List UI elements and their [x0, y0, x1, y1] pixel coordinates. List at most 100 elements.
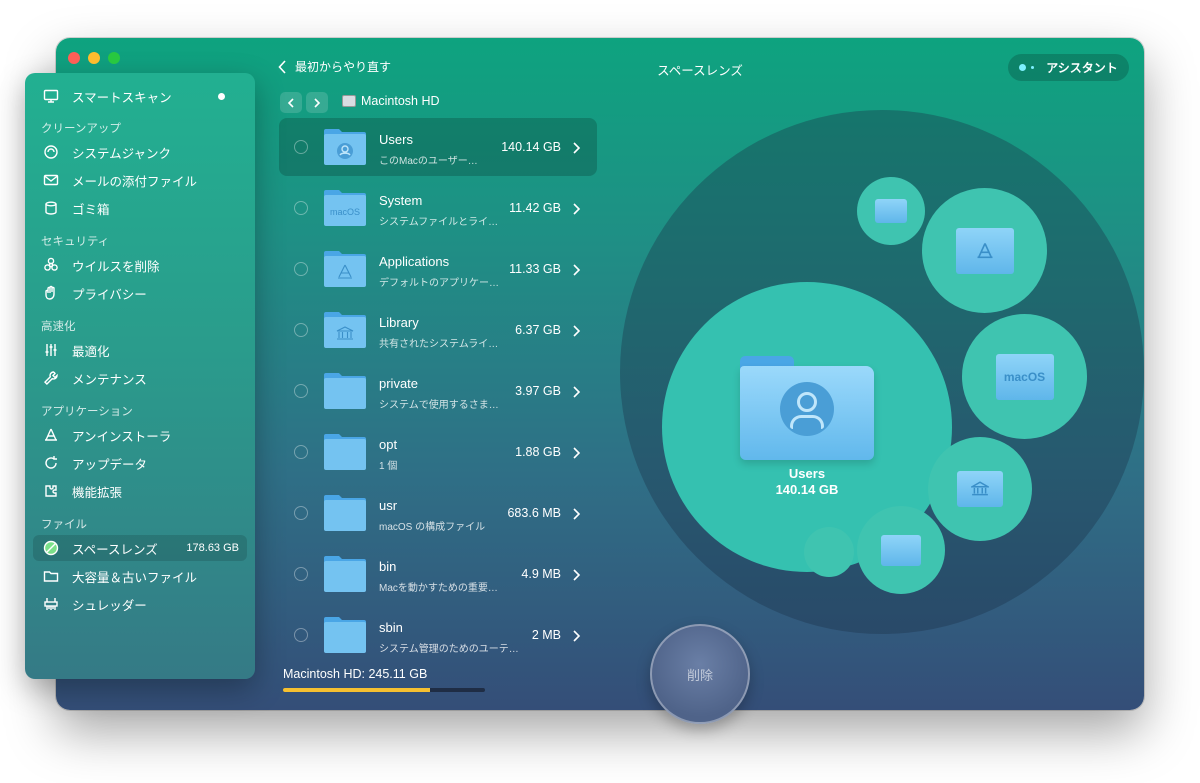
select-checkbox[interactable] — [294, 323, 308, 337]
mail-icon — [42, 171, 60, 189]
users-bubble-size: 140.14 GB — [775, 482, 839, 497]
users-bubble-name: Users — [788, 466, 826, 481]
folder-row-opt[interactable]: opt 1 個 1.88 GB — [279, 423, 597, 481]
chevron-left-icon — [287, 97, 294, 108]
nav-buttons — [280, 92, 328, 113]
junk-icon — [42, 143, 60, 161]
breadcrumb[interactable]: Macintosh HD — [342, 94, 440, 108]
sidebar-item-optimization[interactable]: 最適化 — [33, 337, 247, 363]
folder-icon — [324, 251, 366, 287]
folder-row-private[interactable]: private システムで使用するさま… 3.97 GB — [279, 362, 597, 420]
select-checkbox[interactable] — [294, 201, 308, 215]
folder-size: 140.14 GB — [501, 140, 561, 154]
folder-size: 11.42 GB — [509, 201, 561, 215]
minimize-window-button[interactable] — [88, 52, 100, 64]
folder-row-users[interactable]: Users このMacのユーザー… 140.14 GB — [279, 118, 597, 176]
library-bubble[interactable] — [928, 437, 1032, 541]
select-checkbox[interactable] — [294, 445, 308, 459]
chevron-right-icon[interactable] — [572, 568, 581, 581]
folder-icon — [881, 534, 921, 566]
folder-icon — [324, 556, 366, 592]
system-bubble[interactable]: macOS — [962, 314, 1087, 439]
section-security: セキュリティ — [41, 236, 110, 248]
sidebar-item-label: スペースレンズ — [72, 542, 158, 557]
chevron-right-icon[interactable] — [572, 385, 581, 398]
zoom-window-button[interactable] — [108, 52, 120, 64]
sidebar-item-large-old-files[interactable]: 大容量＆古いファイル — [33, 563, 247, 589]
folder-icon — [324, 617, 366, 653]
folder-row-system[interactable]: macOS System システムファイルとライ… 11.42 GB — [279, 179, 597, 237]
sidebar-item-label: ゴミ箱 — [72, 202, 110, 217]
sidebar-item-updater[interactable]: アップデータ — [33, 450, 247, 476]
sidebar-item-trash[interactable]: ゴミ箱 — [33, 195, 247, 221]
assistant-button[interactable]: アシスタント — [1008, 54, 1129, 81]
folder-name: Users — [379, 132, 413, 147]
folder-name: Applications — [379, 254, 450, 269]
applications-bubble[interactable] — [922, 188, 1047, 313]
forward-button[interactable] — [306, 92, 328, 113]
sidebar-item-label: ウイルスを削除 — [72, 259, 160, 274]
select-checkbox[interactable] — [294, 140, 308, 154]
chevron-right-icon[interactable] — [572, 507, 581, 520]
sidebar-item-maintenance[interactable]: メンテナンス — [33, 365, 247, 391]
close-window-button[interactable] — [68, 52, 80, 64]
sidebar-item-uninstaller[interactable]: アンインストーラ — [33, 422, 247, 448]
breadcrumb-disk-name: Macintosh HD — [361, 94, 440, 108]
sidebar-item-label: メールの添付ファイル — [72, 174, 198, 189]
folder-description: 共有されたシステムライ… — [379, 339, 499, 350]
sidebar-item-label: 大容量＆古いファイル — [72, 570, 198, 585]
sidebar-item-mail-attachments[interactable]: メールの添付ファイル — [33, 167, 247, 193]
puzzle-icon — [42, 482, 60, 500]
sidebar-item-smart-scan[interactable]: スマートスキャン — [33, 83, 247, 109]
update-icon — [42, 454, 60, 472]
disk-usage-bar — [283, 688, 485, 692]
folder-icon — [324, 129, 366, 165]
folder-icon — [324, 312, 366, 348]
sidebar-item-shredder[interactable]: シュレッダー — [33, 591, 247, 617]
sidebar-item-label: 最適化 — [72, 344, 110, 359]
delete-button[interactable]: 削除 — [650, 624, 750, 724]
select-checkbox[interactable] — [294, 384, 308, 398]
chevron-right-icon[interactable] — [572, 141, 581, 154]
folder-icon: macOS — [324, 190, 366, 226]
folder-row-library[interactable]: Library 共有されたシステムライ… 6.37 GB — [279, 301, 597, 359]
chevron-right-icon[interactable] — [572, 263, 581, 276]
select-checkbox[interactable] — [294, 567, 308, 581]
sidebar: スマートスキャン クリーンアップ システムジャンク メールの添付ファイル ゴミ箱… — [25, 73, 255, 679]
select-checkbox[interactable] — [294, 506, 308, 520]
sidebar-item-label: システムジャンク — [72, 146, 172, 161]
start-over-button[interactable]: 最初からやり直す — [278, 58, 391, 75]
chevron-right-icon[interactable] — [572, 202, 581, 215]
folder-row-sbin[interactable]: sbin システム管理のためのユーテ… 2 MB — [279, 606, 597, 664]
private-bubble[interactable] — [857, 506, 945, 594]
sidebar-item-system-junk[interactable]: システムジャンク — [33, 139, 247, 165]
folder-name: opt — [379, 437, 398, 452]
folder-row-usr[interactable]: usr macOS の構成ファイル 683.6 MB — [279, 484, 597, 542]
folder-row-applications[interactable]: Applications デフォルトのアプリケー… 11.33 GB — [279, 240, 597, 298]
sidebar-item-label: スマートスキャン — [72, 90, 172, 105]
sidebar-item-privacy[interactable]: プライバシー — [33, 280, 247, 306]
sliders-icon — [42, 341, 60, 359]
chevron-right-icon[interactable] — [572, 446, 581, 459]
chevron-right-icon[interactable] — [572, 629, 581, 642]
sidebar-item-malware[interactable]: ウイルスを削除 — [33, 252, 247, 278]
opt-bubble[interactable] — [804, 527, 854, 577]
back-button[interactable] — [280, 92, 302, 113]
svg-text:macOS: macOS — [330, 207, 360, 217]
sidebar-item-label: シュレッダー — [72, 598, 147, 613]
chevron-right-icon[interactable] — [572, 324, 581, 337]
folder-name: private — [379, 376, 419, 391]
folder-description: システム管理のためのユーテ… — [379, 644, 519, 655]
select-checkbox[interactable] — [294, 262, 308, 276]
folder-row-bin[interactable]: bin Macを動かすための重要… 4.9 MB — [279, 545, 597, 603]
folder-icon — [324, 434, 366, 470]
folder-size: 1.88 GB — [515, 445, 561, 459]
section-speed: 高速化 — [41, 321, 76, 333]
sidebar-item-extensions[interactable]: 機能拡張 — [33, 478, 247, 504]
sidebar-item-space-lens[interactable]: スペースレンズ 178.63 GB — [33, 535, 247, 561]
space-visualization: Users 140.14 GB macOS — [620, 110, 1144, 634]
select-checkbox[interactable] — [294, 628, 308, 642]
folder-description: 1 個 — [379, 461, 398, 472]
status-dot — [218, 92, 225, 100]
small-folder-bubble[interactable] — [857, 177, 925, 245]
